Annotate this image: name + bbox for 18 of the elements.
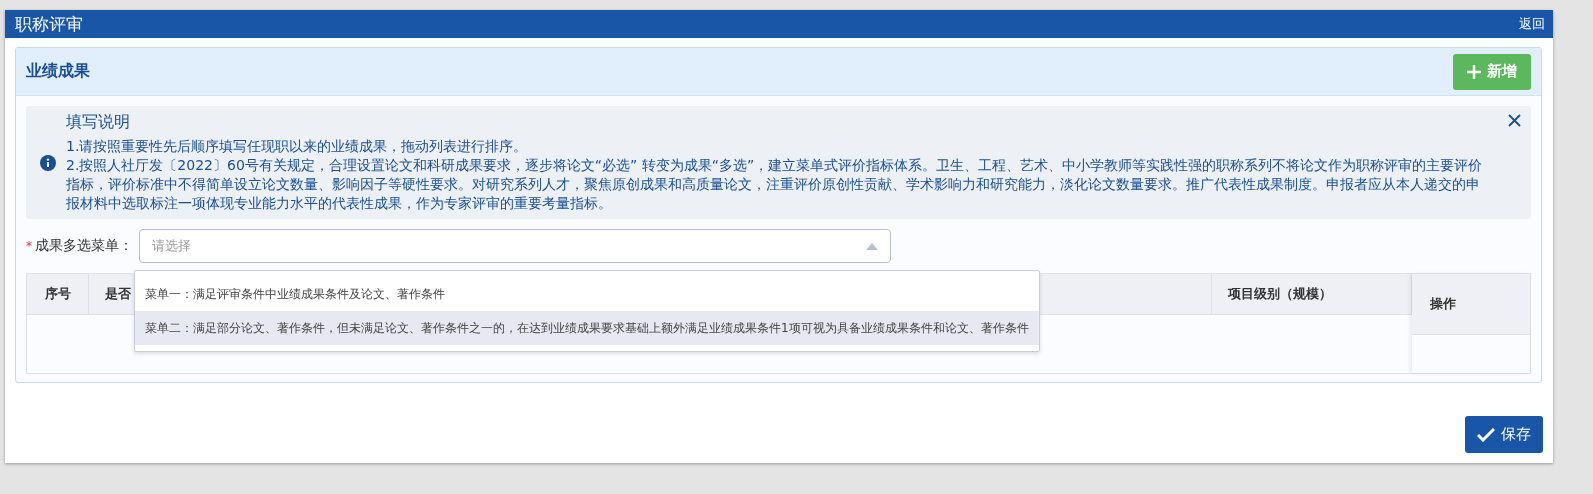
- info-icon: [40, 154, 56, 171]
- dropdown-option[interactable]: 菜单二：满足部分论文、著作条件，但未满足论文、著作条件之一的，在达到业绩成果要求基础上额外满足业绩成果条件1项可视为具备业绩成果条件和论文、著作条件: [135, 311, 1039, 345]
- check-icon: [1477, 427, 1495, 442]
- close-button[interactable]: [1508, 114, 1521, 127]
- back-link[interactable]: 返回: [1519, 15, 1545, 33]
- column-header: 操作: [1412, 274, 1530, 335]
- plus-icon: [1467, 64, 1481, 79]
- field-label: * 成果多选菜单：: [26, 237, 133, 255]
- panel-title: 业绩成果: [26, 61, 90, 82]
- close-icon: [1508, 114, 1521, 127]
- notice-text: 2.按照人社厅发〔2022〕60号有关规定，合理设置论文和科研成果要求，逐步将论文“必选” 转变为成果“多选”，建立菜单式评价指标体系。卫生、工程、艺术、中小学教师等实践性强的职称系列不将论文作为职称评审的主要评价指标，评价标准中不得简单设立论文数量、影响因子等硬性要求。对研究系列人才，聚焦原创成果和高质量论文，注重评价原创性贡献、学术影响力和研究能力，淡化论文数量要求。推广代表性成果制度。申报者应从本人递交的申报材料中选取标注一项体现专业能力水平的代表性成果，作为专家评审的重要考量指标。: [66, 156, 1484, 213]
- notice-text: 1.请按照重要性先后顺序填写任现职以来的业绩成果，拖动列表进行排序。: [66, 137, 529, 156]
- window-title: 职称评审: [15, 12, 83, 36]
- dropdown-option[interactable]: 菜单一：满足评审条件中业绩成果条件及论文、著作条件: [135, 277, 1039, 311]
- column-header: 序号: [27, 274, 89, 314]
- notice-title: 填写说明: [66, 112, 131, 133]
- caret-icon: [866, 242, 878, 250]
- save-button[interactable]: 保存: [1465, 416, 1543, 453]
